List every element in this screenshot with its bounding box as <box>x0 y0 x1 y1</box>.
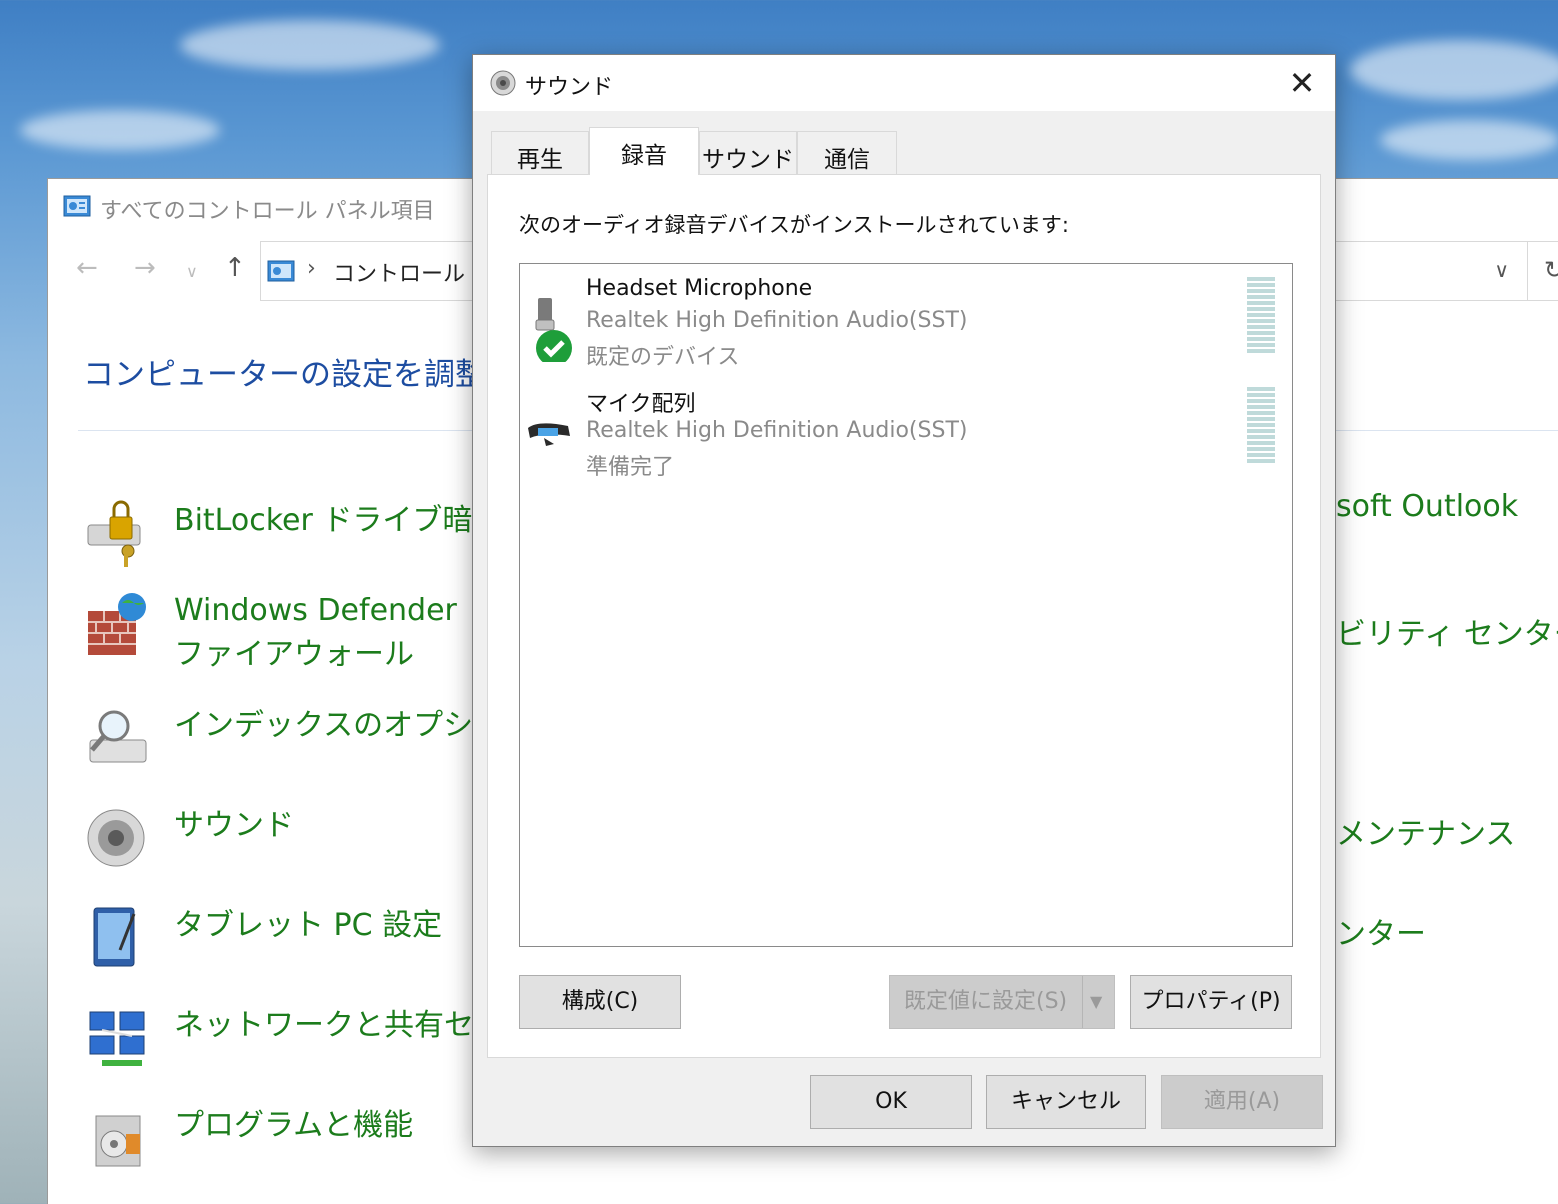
device-status: 準備完了 <box>586 455 675 480</box>
device-name: マイク配列 <box>586 392 696 417</box>
set-default-label: 既定値に設定(S) <box>904 989 1068 1014</box>
configure-button[interactable]: 構成(C) <box>519 975 681 1029</box>
cp-item-label: タブレット PC 設定 <box>174 908 443 943</box>
back-arrow-icon[interactable]: ← <box>76 253 98 283</box>
refresh-button[interactable]: ↻ <box>1528 241 1558 301</box>
microphone-array-icon <box>528 423 570 446</box>
bitlocker-icon <box>87 500 141 567</box>
speaker-icon <box>490 70 516 96</box>
speaker-icon <box>87 809 145 867</box>
cp-item-label: サウンド <box>174 808 294 843</box>
cancel-button[interactable]: キャンセル <box>986 1075 1146 1129</box>
programs-icon <box>95 1115 141 1167</box>
recording-panel: 次のオーディオ録音デバイスがインストールされています: Headset Micr… <box>487 174 1321 1058</box>
headset-microphone-icon <box>535 298 572 362</box>
control-panel-icon <box>267 260 295 282</box>
tab-communications[interactable]: 通信 <box>797 131 897 174</box>
close-button[interactable]: ✕ <box>1269 55 1335 111</box>
cp-item-label: Windows Defender ファイアウォール <box>174 593 457 672</box>
indexing-icon <box>89 710 147 763</box>
cp-item-firewall[interactable]: Windows Defender ファイアウォール <box>84 589 474 677</box>
cp-item-sound[interactable]: サウンド <box>84 804 294 874</box>
list-item[interactable]: マイク配列 Realtek High Definition Audio(SST)… <box>520 374 1292 480</box>
level-meter <box>1247 277 1275 355</box>
cp-item-outlook-label[interactable]: soft Outlook <box>1336 489 1518 524</box>
firewall-icon <box>88 593 146 655</box>
device-driver: Realtek High Definition Audio(SST) <box>586 418 968 443</box>
set-default-button[interactable]: 既定値に設定(S) ▼ <box>889 975 1115 1029</box>
device-name: Headset Microphone <box>586 276 813 301</box>
panel-caption: 次のオーディオ録音デバイスがインストールされています: <box>519 213 1069 237</box>
address-dropdown-icon[interactable]: ∨ <box>1494 258 1509 282</box>
forward-arrow-icon[interactable]: → <box>134 253 156 283</box>
recent-chevron-icon[interactable]: ∨ <box>186 257 198 287</box>
tablet-icon <box>93 907 136 967</box>
cp-item-maintenance-label[interactable]: メンテナンス <box>1336 809 1515 853</box>
dialog-title: サウンド <box>525 75 614 100</box>
control-panel-icon <box>63 195 91 217</box>
level-meter <box>1247 387 1275 465</box>
cp-item-label: プログラムと機能 <box>174 1108 414 1143</box>
device-list[interactable]: Headset Microphone Realtek High Definiti… <box>519 263 1293 947</box>
apply-button[interactable]: 適用(A) <box>1161 1075 1323 1129</box>
cp-item-center-label[interactable]: ンター <box>1336 909 1426 953</box>
close-icon: ✕ <box>1288 64 1316 102</box>
tab-playback[interactable]: 再生 <box>491 131 589 174</box>
up-arrow-icon[interactable]: ↑ <box>224 253 246 283</box>
dialog-titlebar[interactable]: サウンド ✕ <box>473 55 1335 111</box>
cp-item-bitlocker[interactable]: BitLocker ドライブ暗号化 <box>84 499 532 569</box>
sound-dialog: サウンド ✕ 再生 録音 サウンド 通信 次のオーディオ録音デバイスがインストー… <box>472 54 1336 1147</box>
cp-item-accessibility-label[interactable]: ビリティ センター <box>1336 609 1558 653</box>
list-item[interactable]: Headset Microphone Realtek High Definiti… <box>520 264 1292 370</box>
device-status: 既定のデバイス <box>586 345 740 370</box>
breadcrumb-chevron-icon: › <box>307 256 316 281</box>
ok-button[interactable]: OK <box>810 1075 972 1129</box>
network-icon <box>89 1011 145 1066</box>
chevron-down-icon: ▼ <box>1090 992 1103 1011</box>
cp-item-tablet[interactable]: タブレット PC 設定 <box>84 904 442 974</box>
refresh-icon: ↻ <box>1544 256 1558 284</box>
cp-item-programs[interactable]: プログラムと機能 <box>84 1104 413 1174</box>
device-driver: Realtek High Definition Audio(SST) <box>586 308 968 333</box>
properties-button[interactable]: プロパティ(P) <box>1130 975 1292 1029</box>
tab-sounds[interactable]: サウンド <box>699 131 797 174</box>
window-title: すべてのコントロール パネル項目 <box>100 199 435 224</box>
tab-recording[interactable]: 録音 <box>589 127 699 175</box>
set-default-dropdown[interactable]: ▼ <box>1082 976 1114 1028</box>
cp-item-indexing[interactable]: インデックスのオプション <box>84 704 533 774</box>
